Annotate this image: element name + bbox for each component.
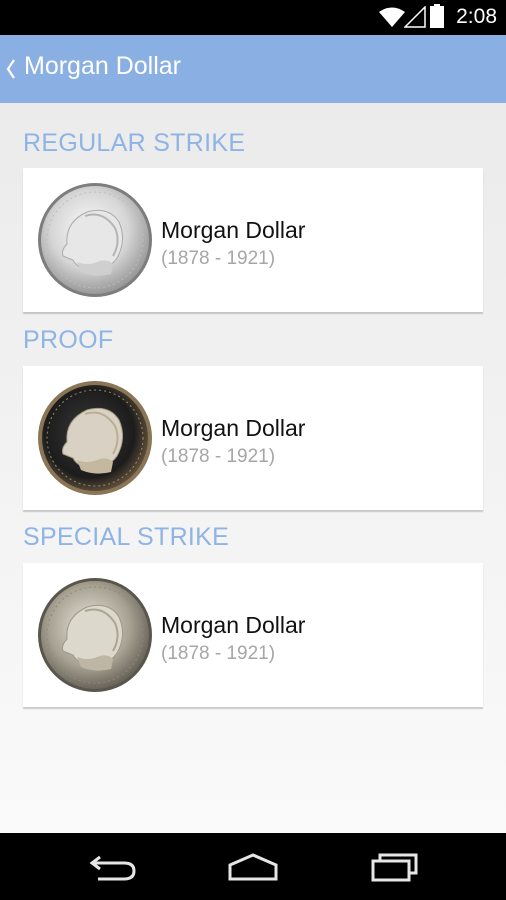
recent-apps-icon[interactable] (370, 851, 420, 883)
page-title[interactable]: Morgan Dollar (24, 52, 181, 81)
coin-years: (1878 - 1921) (161, 643, 276, 664)
status-time: 2:08 (456, 5, 497, 28)
coin-name: Morgan Dollar (161, 217, 306, 243)
coin-name: Morgan Dollar (161, 415, 306, 441)
list-item-proof[interactable]: Morgan Dollar (1878 - 1921) (23, 366, 483, 510)
back-chevron-icon[interactable] (6, 58, 16, 80)
coin-years: (1878 - 1921) (161, 446, 276, 467)
battery-icon (430, 4, 444, 28)
coin-name: Morgan Dollar (161, 612, 306, 638)
status-bar: 2:08 (0, 0, 506, 35)
wifi-icon (379, 7, 405, 27)
action-bar: Morgan Dollar (0, 35, 506, 103)
morgan-dollar-coin-image (38, 183, 152, 297)
back-nav-icon[interactable] (86, 851, 138, 883)
section-header-proof: PROOF (23, 326, 114, 354)
cell-signal-icon (404, 6, 426, 28)
list-item-special-strike[interactable]: Morgan Dollar (1878 - 1921) (23, 563, 483, 707)
home-nav-icon[interactable] (226, 851, 280, 883)
section-header-special-strike: SPECIAL STRIKE (23, 523, 230, 551)
section-header-regular-strike: REGULAR STRIKE (23, 129, 246, 157)
coin-type-list: REGULAR STRIKE Morgan Dollar (1878 - 192… (0, 103, 506, 833)
coin-years: (1878 - 1921) (161, 248, 276, 269)
morgan-dollar-special-strike-coin-image (38, 578, 152, 692)
list-item-regular-strike[interactable]: Morgan Dollar (1878 - 1921) (23, 168, 483, 312)
navigation-bar (0, 833, 506, 900)
morgan-dollar-proof-coin-image (38, 381, 152, 495)
